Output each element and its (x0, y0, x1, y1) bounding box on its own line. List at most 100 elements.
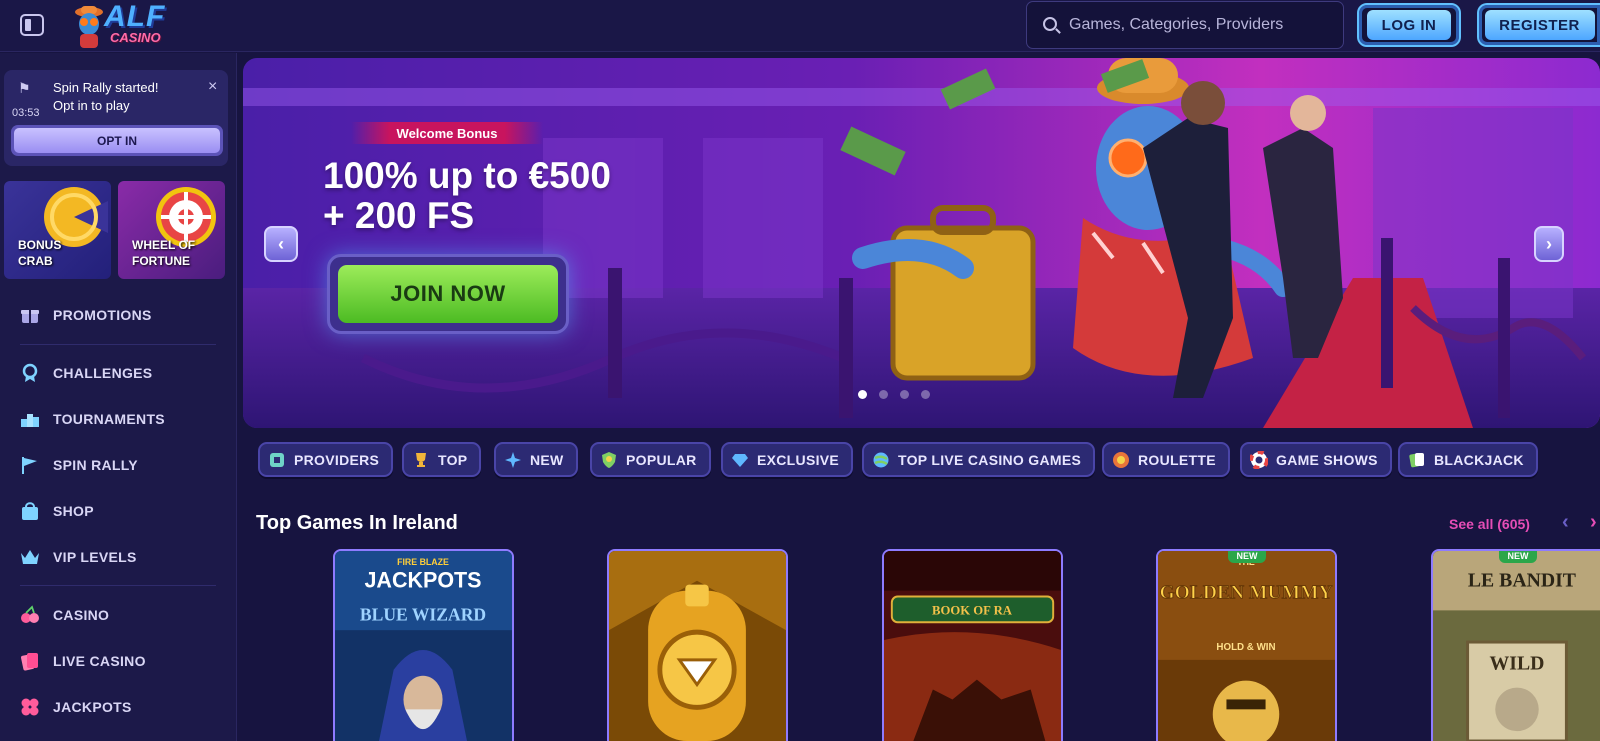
category-top[interactable]: TOP (402, 442, 482, 477)
sidebar-item-casino[interactable]: CASINO (0, 595, 236, 635)
logo[interactable]: ALF CASINO (74, 0, 174, 50)
category-providers[interactable]: PROVIDERS (258, 442, 394, 477)
cards-icon (1409, 452, 1424, 467)
hero-headline-line2: + 200 FS (323, 195, 475, 236)
game-art-text: FIRE BLAZE (397, 557, 449, 567)
sidebar-item-spin-rally[interactable]: SPIN RALLY (0, 445, 236, 485)
rally-title: Spin Rally started! (53, 80, 159, 95)
hero-illustration (243, 58, 1600, 428)
sparkle-icon (505, 451, 521, 468)
shield-star-icon (602, 451, 616, 468)
category-roulette[interactable]: ROULETTE (1102, 442, 1230, 477)
cherries-icon (21, 605, 39, 623)
playing-cards-icon (21, 653, 38, 671)
sidebar-item-vip-levels[interactable]: VIP LEVELS (0, 537, 236, 577)
sidebar-item-challenges[interactable]: CHALLENGES (0, 353, 236, 393)
chevron-left-icon[interactable]: ‹ (1562, 511, 1569, 534)
roulette-icon (1113, 451, 1129, 468)
game-card[interactable] (607, 549, 788, 741)
hero-prev-button[interactable]: ‹ (264, 226, 298, 262)
chevron-left-icon: ‹ (278, 233, 284, 254)
search-input[interactable] (1069, 12, 1329, 38)
sidebar-item-label: TOURNAMENTS (53, 411, 165, 427)
sidebar-item-tournaments[interactable]: TOURNAMENTS (0, 399, 236, 439)
login-button[interactable]: LOG IN (1357, 3, 1461, 47)
rally-subtitle: Opt in to play (53, 98, 130, 113)
game-thumbnail: BOOK OF RA (884, 551, 1061, 741)
sidebar-item-label: JACKPOTS (53, 699, 132, 715)
sidebar-item-label: CHALLENGES (53, 365, 153, 381)
sidebar-item-label: LIVE CASINO (53, 653, 146, 669)
game-thumbnail: THE GOLDEN MUMMY HOLD & WIN (1158, 551, 1335, 741)
divider (20, 344, 216, 345)
category-blackjack[interactable]: BLACKJACK (1398, 442, 1538, 477)
spin-rally-notification: ⚑ 03:53 Spin Rally started! Opt in to pl… (4, 70, 228, 166)
hero-dot[interactable] (900, 390, 909, 399)
category-label: PROVIDERS (294, 451, 380, 468)
chevron-right-icon[interactable]: › (1590, 511, 1597, 534)
join-now-label: JOIN NOW (338, 265, 558, 323)
game-card[interactable]: FIRE BLAZE JACKPOTS BLUE WIZARD (333, 549, 514, 741)
alien-mascot-icon (75, 6, 103, 48)
bonus-crab-tile[interactable]: BONUS CRAB (4, 181, 111, 279)
diamond-icon (732, 453, 748, 467)
crown-icon (21, 550, 39, 564)
sidebar-item-live-casino[interactable]: LIVE CASINO (0, 641, 236, 681)
category-label: GAME SHOWS (1276, 451, 1378, 468)
hero-dot[interactable] (879, 390, 888, 399)
game-card[interactable]: LE BANDIT WILD NEW (1431, 549, 1600, 741)
hero-next-button[interactable]: › (1534, 226, 1564, 262)
category-label: NEW (530, 451, 564, 468)
bonus-crab-label: BONUS CRAB (18, 238, 62, 268)
sidebar-item-jackpots[interactable]: JACKPOTS (0, 687, 236, 727)
game-art-text: JACKPOTS (364, 567, 481, 592)
game-card[interactable]: BOOK OF RA (882, 549, 1063, 741)
see-all-link[interactable]: See all (605) (1449, 516, 1530, 532)
podium-icon (21, 414, 39, 427)
login-button-label: LOG IN (1367, 10, 1451, 40)
gift-icon (21, 310, 39, 323)
category-top-live-casino-games[interactable]: TOP LIVE CASINO GAMES (862, 442, 1096, 477)
wheel-of-fortune-tile[interactable]: WHEEL OF FORTUNE (118, 181, 225, 279)
section-title: Top Games In Ireland (256, 512, 458, 534)
category-label: POPULAR (626, 451, 697, 468)
category-label: ROULETTE (1138, 451, 1216, 468)
providers-icon (270, 452, 284, 467)
checkered-flag-icon: ⚑ (18, 80, 31, 96)
sidebar-item-label: VIP LEVELS (53, 549, 137, 565)
sidebar-item-shop[interactable]: SHOP (0, 491, 236, 531)
globe-icon (873, 452, 889, 467)
game-thumbnail: FIRE BLAZE JACKPOTS BLUE WIZARD (335, 551, 512, 741)
game-art-text: GOLDEN MUMMY (1159, 581, 1332, 603)
category-game-shows[interactable]: GAME SHOWS (1240, 442, 1392, 477)
flag-icon (22, 457, 37, 474)
category-new[interactable]: NEW (494, 442, 578, 477)
clover-icon (21, 698, 39, 716)
sidebar-item-label: PROMOTIONS (53, 307, 152, 323)
sidebar-item-label: SPIN RALLY (53, 457, 138, 473)
sidebar-item-promotions[interactable]: PROMOTIONS (0, 295, 236, 335)
game-art-text: HOLD & WIN (1216, 642, 1275, 653)
search-box[interactable] (1026, 1, 1344, 49)
join-now-button[interactable]: JOIN NOW (327, 254, 569, 334)
hero-banner[interactable]: Welcome Bonus 100% up to €500 + 200 FS J… (243, 58, 1600, 428)
hero-dot[interactable] (921, 390, 930, 399)
game-art-text: LE BANDIT (1468, 570, 1576, 592)
opt-in-button[interactable]: OPT IN (11, 125, 223, 156)
sidebar-toggle-icon[interactable] (20, 14, 44, 36)
new-badge: NEW (1228, 551, 1266, 563)
medal-icon (22, 363, 38, 382)
hero-pagination (858, 390, 930, 399)
category-label: TOP LIVE CASINO GAMES (898, 451, 1082, 468)
game-thumbnail: LE BANDIT WILD (1433, 551, 1600, 741)
logo-subtitle: CASINO (110, 30, 161, 45)
close-icon[interactable]: × (208, 78, 217, 96)
game-art-text: WILD (1490, 653, 1545, 675)
register-button[interactable]: REGISTER (1477, 3, 1600, 47)
game-art-text: BOOK OF RA (932, 603, 1013, 617)
category-popular[interactable]: POPULAR (590, 442, 711, 477)
game-card[interactable]: THE GOLDEN MUMMY HOLD & WIN NEW (1156, 549, 1337, 741)
category-exclusive[interactable]: EXCLUSIVE (721, 442, 854, 477)
wheel-of-fortune-label: WHEEL OF FORTUNE (132, 238, 196, 268)
hero-dot[interactable] (858, 390, 867, 399)
